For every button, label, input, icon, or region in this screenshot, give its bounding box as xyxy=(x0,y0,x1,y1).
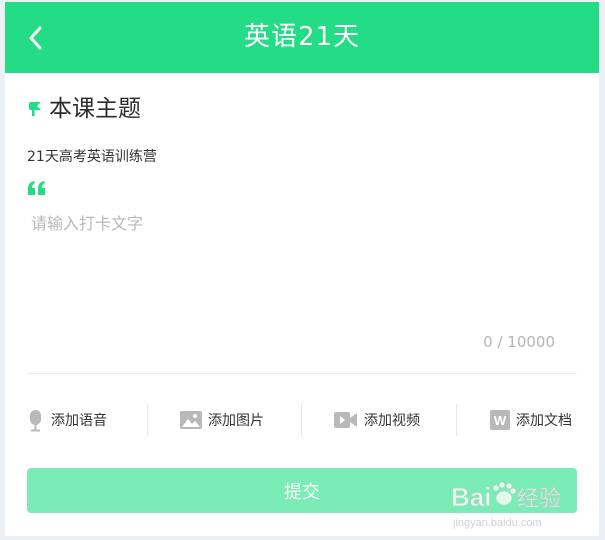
add-voice-button[interactable]: 添加语音 xyxy=(27,402,107,438)
topic-heading: 本课主题 xyxy=(49,96,141,122)
app-frame: 英语21天 本课主题 21天高考英语训练营 0 / 10000 添加语音 xyxy=(5,2,599,536)
video-icon xyxy=(334,412,357,428)
pin-flag-icon xyxy=(29,102,41,116)
toolbar-separator xyxy=(147,404,148,436)
image-icon xyxy=(180,411,202,429)
course-name: 21天高考英语训练营 xyxy=(27,149,157,165)
add-document-label: 添加文档 xyxy=(516,413,572,429)
quote-icon xyxy=(28,181,45,195)
add-document-button[interactable]: W 添加文档 xyxy=(490,402,572,438)
add-voice-label: 添加语音 xyxy=(51,413,107,429)
divider xyxy=(27,373,577,374)
add-video-button[interactable]: 添加视频 xyxy=(334,402,420,438)
checkin-text-input[interactable] xyxy=(25,207,567,335)
add-image-label: 添加图片 xyxy=(208,413,264,429)
page-title: 英语21天 xyxy=(243,22,361,52)
header-bar: 英语21天 xyxy=(5,2,599,73)
media-toolbar: 添加语音 添加图片 添加视频 W 添加文档 xyxy=(5,402,599,438)
submit-button[interactable]: 提交 xyxy=(27,468,577,513)
toolbar-separator xyxy=(456,404,457,436)
add-image-button[interactable]: 添加图片 xyxy=(180,402,264,438)
microphone-icon xyxy=(30,410,41,432)
char-count: 0 / 10000 xyxy=(483,333,555,351)
toolbar-separator xyxy=(301,404,302,436)
svg-text:W: W xyxy=(494,413,507,428)
add-video-label: 添加视频 xyxy=(364,413,420,429)
word-document-icon: W xyxy=(490,410,510,430)
